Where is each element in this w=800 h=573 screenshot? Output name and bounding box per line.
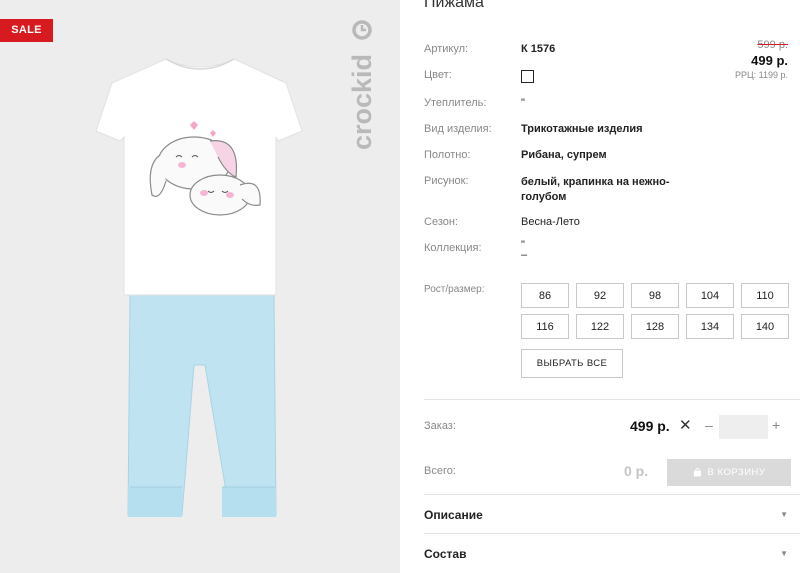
size-option-134[interactable]: 134 <box>686 314 734 339</box>
spec-value-pattern: белый, крапинка на нежно-голубом <box>521 176 670 203</box>
spec-label-article: Артикул: <box>424 43 469 55</box>
size-option-92[interactable]: 92 <box>576 283 624 308</box>
chevron-down-icon[interactable]: ▼ <box>780 549 788 558</box>
pajama-illustration <box>95 58 303 517</box>
spec-value-insulation: " <box>521 97 525 109</box>
spec-label-collection: Коллекция: <box>424 242 482 254</box>
tshirt-shape <box>95 58 303 296</box>
size-option-128[interactable]: 128 <box>631 314 679 339</box>
divider <box>424 533 800 534</box>
new-price: 499 р. <box>751 53 788 68</box>
spec-label-insulation: Утеплитель: <box>424 97 487 109</box>
spec-label-color: Цвет: <box>424 69 452 81</box>
brand-logo: crockid <box>347 20 377 150</box>
size-option-122[interactable]: 122 <box>576 314 624 339</box>
cart-icon <box>693 468 701 477</box>
select-all-sizes-button[interactable]: ВЫБРАТЬ ВСЕ <box>521 349 623 378</box>
product-image-panel[interactable]: SALE crockid <box>0 0 400 573</box>
spec-value-collection: " – <box>521 240 528 261</box>
divider <box>424 399 800 400</box>
color-swatch[interactable] <box>521 70 534 83</box>
add-to-cart-button[interactable]: В КОРЗИНУ <box>667 459 791 486</box>
spec-value-article: К 1576 <box>521 43 556 55</box>
sale-badge: SALE <box>0 19 53 42</box>
size-option-86[interactable]: 86 <box>521 283 569 308</box>
total-label: Всего: <box>424 465 456 477</box>
spec-value-season: Весна-Лето <box>521 216 580 228</box>
accordion-description[interactable]: Описание <box>424 508 483 522</box>
multiply-icon: ✕ <box>679 417 692 434</box>
old-price: 599 р. <box>757 39 788 51</box>
spec-label-pattern: Рисунок: <box>424 175 469 187</box>
add-to-cart-label: В КОРЗИНУ <box>707 467 766 478</box>
size-option-110[interactable]: 110 <box>741 283 789 308</box>
pants-shape <box>127 294 277 517</box>
spec-value-item-type: Трикотажные изделия <box>521 123 643 135</box>
quantity-decrease-button[interactable]: – <box>705 417 713 433</box>
spec-label-season: Сезон: <box>424 216 458 228</box>
chevron-down-icon[interactable]: ▼ <box>780 510 788 519</box>
quantity-increase-button[interactable]: + <box>772 417 780 433</box>
spec-label-fabric: Полотно: <box>424 149 471 161</box>
size-grid: 86 92 98 104 110 116 122 128 134 140 <box>521 283 793 339</box>
spec-value-fabric: Рибана, супрем <box>521 149 607 161</box>
order-price: 499 р. <box>630 418 670 434</box>
size-option-116[interactable]: 116 <box>521 314 569 339</box>
spec-label-item-type: Вид изделия: <box>424 123 492 135</box>
order-label: Заказ: <box>424 420 456 432</box>
sizes-label: Рост/размер: <box>424 284 485 295</box>
svg-text:crockid: crockid <box>347 54 377 150</box>
collection-dash: – <box>521 249 528 261</box>
divider <box>424 494 800 495</box>
product-title: Пижама <box>424 0 484 11</box>
size-option-98[interactable]: 98 <box>631 283 679 308</box>
size-option-104[interactable]: 104 <box>686 283 734 308</box>
rrp-price: РРЦ: 1199 р. <box>734 70 788 80</box>
size-option-140[interactable]: 140 <box>741 314 789 339</box>
quantity-input[interactable] <box>719 415 768 439</box>
accordion-composition[interactable]: Состав <box>424 547 466 561</box>
total-value: 0 р. <box>624 463 649 479</box>
